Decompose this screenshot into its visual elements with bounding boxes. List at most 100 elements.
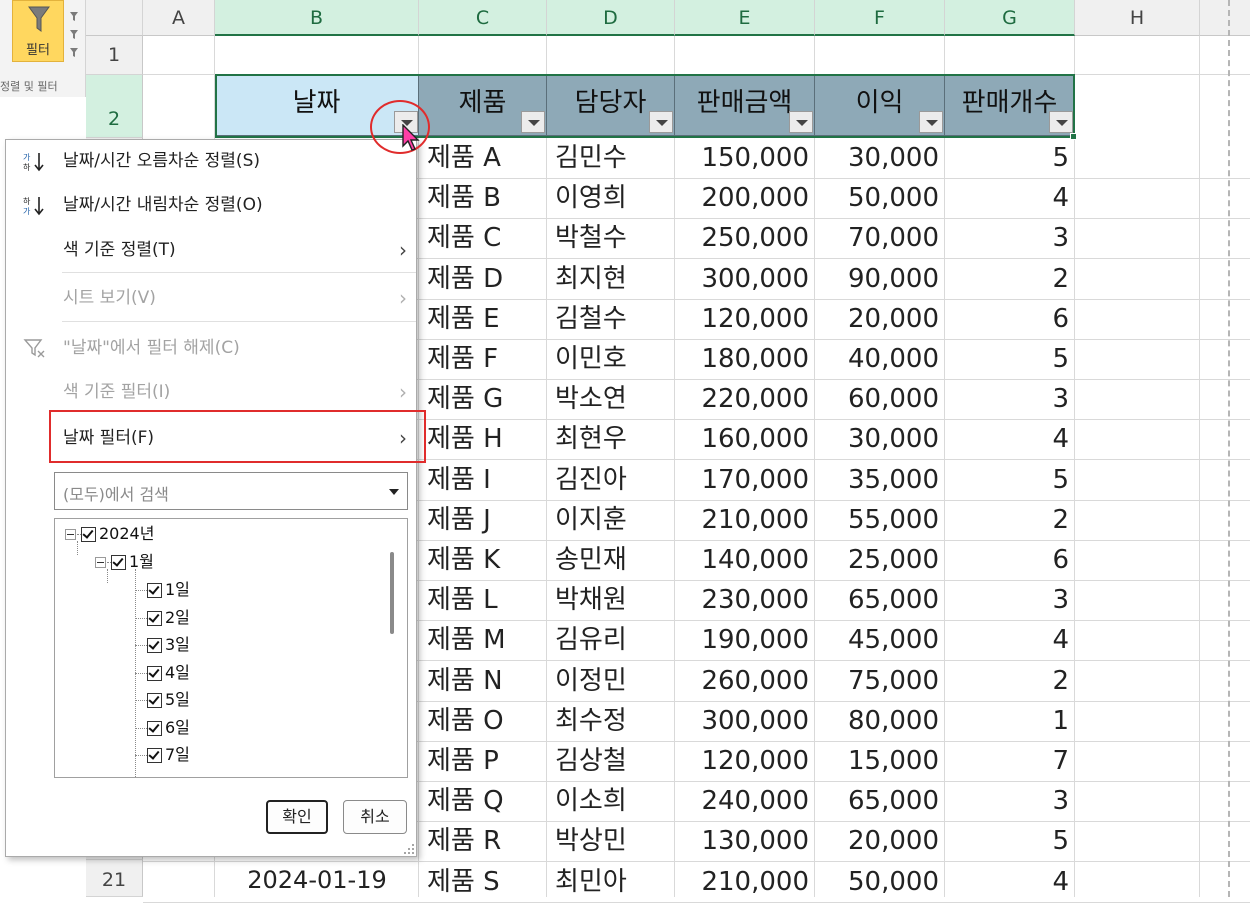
row-header-2[interactable]: 2	[86, 75, 143, 138]
table-cell[interactable]: 30,000	[815, 419, 945, 459]
table-cell[interactable]: 7	[945, 741, 1075, 781]
year-checkbox[interactable]	[81, 527, 96, 542]
filter-button[interactable]: 필터	[12, 0, 64, 62]
table-cell[interactable]: 5	[945, 138, 1075, 178]
fill-handle[interactable]	[1070, 133, 1077, 140]
table-cell[interactable]: 15,000	[815, 741, 945, 781]
tree-node-day[interactable]: 6일	[135, 714, 190, 741]
table-cell[interactable]: 6	[945, 540, 1075, 580]
table-cell[interactable]: 50,000	[815, 862, 945, 902]
table-cell[interactable]: 제품 B	[419, 178, 547, 218]
table-cell[interactable]: 3	[945, 379, 1075, 419]
table-cell[interactable]: 박철수	[547, 218, 675, 258]
table-cell[interactable]: 300,000	[675, 259, 815, 299]
table-cell[interactable]: 120,000	[675, 299, 815, 339]
table-cell[interactable]: 5	[945, 821, 1075, 861]
table-cell[interactable]: 박채원	[547, 580, 675, 620]
table-cell[interactable]: 60,000	[815, 379, 945, 419]
table-cell[interactable]: 3	[945, 580, 1075, 620]
table-cell[interactable]: 160,000	[675, 419, 815, 459]
table-cell[interactable]: 190,000	[675, 620, 815, 660]
table-cell[interactable]: 75,000	[815, 661, 945, 701]
table-cell[interactable]: 김민수	[547, 138, 675, 178]
table-cell[interactable]: 3	[945, 218, 1075, 258]
table-cell[interactable]: 제품 F	[419, 339, 547, 379]
column-header-i[interactable]	[1200, 0, 1250, 36]
table-cell[interactable]: 30,000	[815, 138, 945, 178]
table-cell[interactable]: 김진아	[547, 460, 675, 500]
select-all-corner[interactable]	[86, 0, 143, 36]
tree-scrollbar-thumb[interactable]	[390, 552, 394, 634]
menu-item-sort-by-color[interactable]: 색 기준 정렬(T) ›	[7, 231, 417, 269]
table-cell[interactable]: 140,000	[675, 540, 815, 580]
column-header-g[interactable]: G	[945, 0, 1075, 36]
table-cell[interactable]: 최수정	[547, 701, 675, 741]
tree-node-day[interactable]: 4일	[135, 659, 190, 686]
table-cell[interactable]: 제품 O	[419, 701, 547, 741]
table-cell[interactable]: 130,000	[675, 821, 815, 861]
menu-item-sort-descending[interactable]: 하 가 날짜/시간 내림차순 정렬(O)	[7, 186, 417, 224]
table-cell[interactable]: 3	[945, 781, 1075, 821]
table-cell[interactable]: 55,000	[815, 500, 945, 540]
table-cell[interactable]: 4	[945, 419, 1075, 459]
table-cell[interactable]: 제품 R	[419, 821, 547, 861]
table-cell[interactable]: 250,000	[675, 218, 815, 258]
table-cell[interactable]: 170,000	[675, 460, 815, 500]
table-cell[interactable]: 김유리	[547, 620, 675, 660]
table-cell[interactable]: 240,000	[675, 781, 815, 821]
filter-search-input[interactable]: (모두)에서 검색	[54, 472, 408, 510]
table-cell[interactable]: 40,000	[815, 339, 945, 379]
day-checkbox[interactable]	[147, 638, 162, 653]
day-checkbox[interactable]	[147, 720, 162, 736]
menu-item-sort-ascending[interactable]: 가 하 날짜/시간 오름차순 정렬(S)	[7, 142, 417, 180]
table-cell[interactable]: 45,000	[815, 620, 945, 660]
table-cell[interactable]: 이영희	[547, 178, 675, 218]
table-cell[interactable]: 210,000	[675, 500, 815, 540]
tree-node-day[interactable]: 5일	[135, 686, 190, 713]
tree-node-year[interactable]: 2024년	[65, 520, 154, 547]
row-header-21[interactable]: 21	[86, 860, 143, 897]
table-cell[interactable]: 210,000	[675, 862, 815, 902]
table-cell[interactable]: 김상철	[547, 741, 675, 781]
day-checkbox[interactable]	[147, 693, 162, 708]
table-cell[interactable]: 20,000	[815, 299, 945, 339]
table-cell[interactable]: 80,000	[815, 701, 945, 741]
table-cell[interactable]: 5	[945, 339, 1075, 379]
table-cell[interactable]: 180,000	[675, 339, 815, 379]
column-header-a[interactable]: A	[143, 0, 215, 36]
table-cell[interactable]: 4	[945, 620, 1075, 660]
table-cell[interactable]: 제품 J	[419, 500, 547, 540]
table-cell[interactable]: 최현우	[547, 419, 675, 459]
table-cell[interactable]: 2	[945, 661, 1075, 701]
table-cell[interactable]: 이소희	[547, 781, 675, 821]
table-cell[interactable]: 제품 M	[419, 620, 547, 660]
table-cell[interactable]: 제품 A	[419, 138, 547, 178]
table-cell[interactable]: 제품 G	[419, 379, 547, 419]
table-cell[interactable]: 4	[945, 862, 1075, 902]
collapse-icon[interactable]	[95, 557, 106, 568]
table-cell[interactable]: 제품 D	[419, 259, 547, 299]
day-checkbox[interactable]	[147, 583, 162, 598]
tree-node-day[interactable]: 3일	[135, 631, 190, 658]
table-cell[interactable]: 20,000	[815, 821, 945, 861]
table-cell[interactable]: 230,000	[675, 580, 815, 620]
tree-node-day[interactable]: 2일	[135, 604, 190, 631]
table-cell[interactable]: 제품 C	[419, 218, 547, 258]
table-cell[interactable]: 김철수	[547, 299, 675, 339]
table-cell[interactable]: 제품 P	[419, 741, 547, 781]
table-cell[interactable]: 최지현	[547, 259, 675, 299]
day-checkbox[interactable]	[147, 748, 162, 763]
table-cell[interactable]: 1	[945, 701, 1075, 741]
table-cell[interactable]: 제품 N	[419, 661, 547, 701]
table-cell[interactable]: 300,000	[675, 701, 815, 741]
table-cell[interactable]: 65,000	[815, 580, 945, 620]
table-cell[interactable]: 25,000	[815, 540, 945, 580]
resize-grip-icon[interactable]	[402, 840, 416, 854]
table-cell[interactable]: 제품 Q	[419, 781, 547, 821]
table-cell[interactable]: 2	[945, 500, 1075, 540]
table-cell[interactable]: 제품 I	[419, 460, 547, 500]
table-cell[interactable]: 제품 S	[419, 862, 547, 902]
day-checkbox[interactable]	[147, 610, 162, 626]
row-header-1[interactable]: 1	[86, 36, 143, 75]
table-cell[interactable]: 260,000	[675, 661, 815, 701]
